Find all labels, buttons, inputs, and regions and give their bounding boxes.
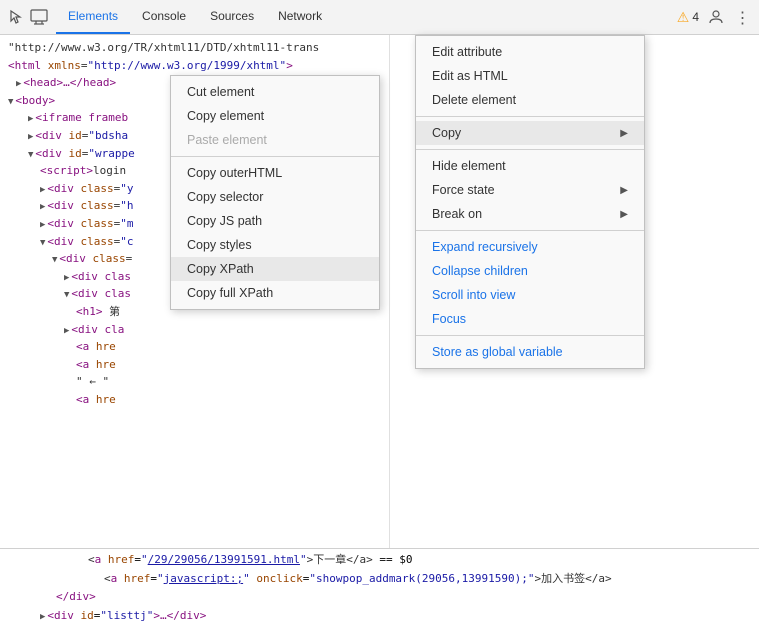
tab-elements[interactable]: Elements [56, 0, 130, 34]
submenu-arrow: ▶ [620, 185, 628, 196]
menu-focus[interactable]: Focus [416, 307, 644, 331]
menu-force-state[interactable]: Force state ▶ [416, 178, 644, 202]
menu-break-on[interactable]: Break on ▶ [416, 202, 644, 226]
bottom-line-3: </div> [8, 588, 751, 607]
menu-copy-selector[interactable]: Copy selector [171, 185, 379, 209]
code-line: <html xmlns="http://www.w3.org/1999/xhtm… [0, 57, 389, 75]
menu-separator [416, 116, 644, 117]
context-menu-left: Cut element Copy element Paste element C… [170, 75, 380, 310]
menu-hide-element[interactable]: Hide element [416, 154, 644, 178]
menu-edit-attribute[interactable]: Edit attribute [416, 40, 644, 64]
screen-icon[interactable] [30, 8, 48, 26]
more-icon[interactable]: ⋮ [733, 8, 751, 26]
menu-edit-as-html[interactable]: Edit as HTML [416, 64, 644, 88]
menu-separator [416, 149, 644, 150]
menu-scroll-into-view[interactable]: Scroll into view [416, 283, 644, 307]
menu-separator [171, 156, 379, 157]
menu-paste-element[interactable]: Paste element [171, 128, 379, 152]
menu-separator [416, 335, 644, 336]
menu-store-global[interactable]: Store as global variable [416, 340, 644, 364]
code-line: "http://www.w3.org/TR/xhtml11/DTD/xhtml1… [0, 39, 389, 57]
menu-copy-xpath[interactable]: Copy XPath [171, 257, 379, 281]
cursor-icon[interactable] [8, 8, 26, 26]
menu-copy-styles[interactable]: Copy styles [171, 233, 379, 257]
code-line: <a hre [0, 338, 389, 356]
context-menu-right: Edit attribute Edit as HTML Delete eleme… [415, 35, 645, 369]
warning-count: 4 [692, 10, 699, 24]
submenu-arrow: ▶ [620, 209, 628, 220]
devtools-bar-right: ⚠ 4 ⋮ [677, 8, 751, 26]
menu-copy-outer-html[interactable]: Copy outerHTML [171, 161, 379, 185]
menu-separator [416, 230, 644, 231]
devtools-toolbar: Elements Console Sources Network ⚠ 4 ⋮ [0, 0, 759, 35]
menu-expand-recursively[interactable]: Expand recursively [416, 235, 644, 259]
tab-network[interactable]: Network [266, 0, 334, 34]
main-content: "http://www.w3.org/TR/xhtml11/DTD/xhtml1… [0, 35, 759, 628]
warning-badge: ⚠ 4 [677, 9, 699, 26]
menu-copy[interactable]: Copy ▶ [416, 121, 644, 145]
bottom-line-4: <div id="listtj">…</div> [8, 607, 751, 626]
code-line: <a hre [0, 356, 389, 374]
submenu-arrow: ▶ [620, 128, 628, 139]
code-line: <div cla [0, 321, 389, 339]
menu-copy-full-xpath[interactable]: Copy full XPath [171, 281, 379, 305]
menu-collapse-children[interactable]: Collapse children [416, 259, 644, 283]
menu-copy-element[interactable]: Copy element [171, 104, 379, 128]
menu-cut-element[interactable]: Cut element [171, 80, 379, 104]
code-line: <a hre [0, 391, 389, 409]
tab-sources[interactable]: Sources [198, 0, 266, 34]
menu-copy-js-path[interactable]: Copy JS path [171, 209, 379, 233]
menu-delete-element[interactable]: Delete element [416, 88, 644, 112]
code-line: " ← " [0, 373, 389, 391]
bottom-line-1: <a href="/29/29056/13991591.html">下一章</a… [8, 551, 751, 570]
bottom-bar: <a href="/29/29056/13991591.html">下一章</a… [0, 548, 759, 628]
warning-icon: ⚠ [677, 9, 690, 26]
devtools-tabs: Elements Console Sources Network [56, 0, 334, 34]
tab-console[interactable]: Console [130, 0, 198, 34]
bottom-line-2: <a href="javascript:;" onclick="showpop_… [8, 570, 751, 589]
person-icon[interactable] [707, 8, 725, 26]
